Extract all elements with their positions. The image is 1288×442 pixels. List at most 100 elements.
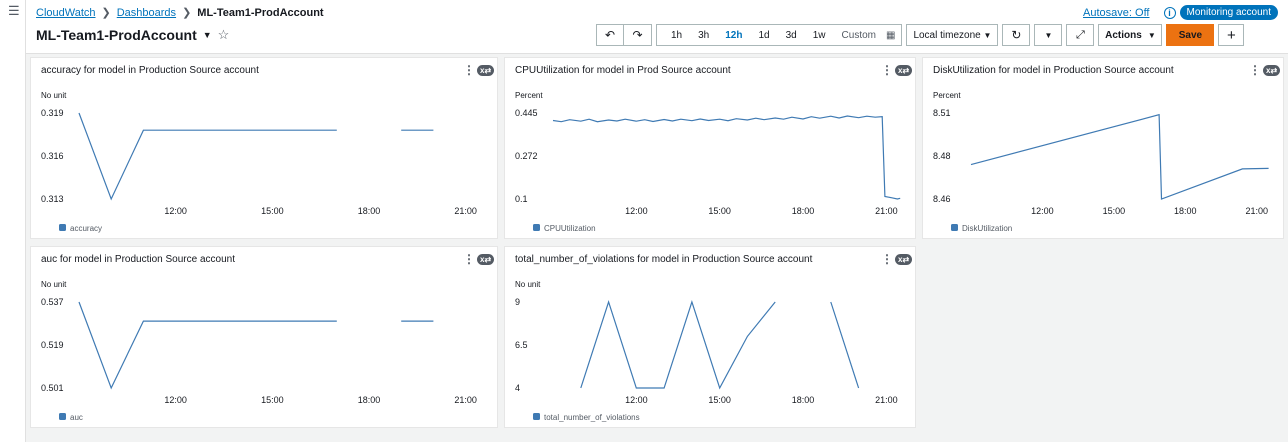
widget-accuracy: accuracy for model in Production Source … <box>30 57 498 239</box>
x-tick-label: 21:00 <box>875 206 898 216</box>
range-1d[interactable]: 1d <box>750 30 777 41</box>
actions-button[interactable]: Actions ▼ <box>1098 24 1163 46</box>
x-tick-label: 18:00 <box>1174 206 1197 216</box>
range-3d[interactable]: 3d <box>778 30 805 41</box>
y-tick-label: 0.501 <box>41 383 64 393</box>
legend-swatch <box>59 413 66 420</box>
range-1w[interactable]: 1w <box>805 30 834 41</box>
series-line <box>830 301 860 389</box>
autosave-toggle[interactable]: Autosave: Off <box>1083 7 1149 19</box>
undo-button[interactable]: ↶ <box>596 24 624 46</box>
chevron-right-icon: ❯ <box>101 7 111 19</box>
range-3h[interactable]: 3h <box>690 30 717 41</box>
x-tick-label: 18:00 <box>358 395 381 405</box>
legend-label: CPUUtilization <box>544 224 596 233</box>
series-line <box>78 112 337 201</box>
range-1h[interactable]: 1h <box>663 30 690 41</box>
legend-label: accuracy <box>70 224 102 233</box>
y-tick-label: 0.1 <box>515 194 528 204</box>
dashboard-title: ML-Team1-ProdAccount <box>36 27 197 43</box>
monitoring-account-badge[interactable]: Monitoring account <box>1179 5 1278 20</box>
y-axis-unit: No unit <box>41 91 67 100</box>
chart-cpu: Percent 0.445 0.272 0.1 12:00 15:00 18:00 21:00… <box>515 91 901 233</box>
y-tick-label: 0.316 <box>41 151 64 161</box>
y-axis-unit: Percent <box>515 91 543 100</box>
redo-button[interactable]: ↷ <box>624 24 652 46</box>
save-button[interactable]: Save <box>1166 24 1215 46</box>
calendar-icon[interactable]: ▦ <box>886 30 895 41</box>
y-tick-label: 8.46 <box>933 194 951 204</box>
widget-disk: DiskUtilization for model in Production … <box>922 57 1284 239</box>
legend-label: auc <box>70 413 83 422</box>
x-tick-label: 15:00 <box>1103 206 1126 216</box>
widget-violations: total_number_of_violations for model in … <box>504 246 916 428</box>
legend-swatch <box>533 224 540 231</box>
legend-swatch <box>533 413 540 420</box>
series-line <box>580 300 776 390</box>
y-axis-unit: Percent <box>933 91 961 100</box>
breadcrumb-cloudwatch[interactable]: CloudWatch <box>36 7 96 19</box>
range-12h[interactable]: 12h <box>717 30 750 41</box>
x-tick-label: 12:00 <box>164 206 187 216</box>
info-icon[interactable]: i <box>1163 6 1176 19</box>
x-tick-label: 18:00 <box>358 206 381 216</box>
series-line <box>78 301 337 390</box>
menu-icon[interactable]: ☰ <box>8 4 20 17</box>
y-tick-label: 0.445 <box>515 108 538 118</box>
x-tick-label: 12:00 <box>1031 206 1054 216</box>
legend-swatch <box>59 224 66 231</box>
chart-disk: Percent 8.51 8.48 8.46 12:00 15:00 18:00 21:00 D… <box>933 91 1269 233</box>
y-axis-unit: No unit <box>41 280 67 289</box>
legend-swatch <box>951 224 958 231</box>
caret-down-icon: ▼ <box>1147 30 1156 40</box>
star-icon[interactable]: ☆ <box>218 27 230 43</box>
y-tick-label: 8.48 <box>933 151 951 161</box>
widget-cpu: CPUUtilization for model in Prod Source … <box>504 57 916 239</box>
chart-violations: No unit 9 6.5 4 12:00 15:00 18:00 21:00 total_nu… <box>515 280 898 422</box>
series-line <box>970 113 1269 200</box>
x-tick-label: 15:00 <box>708 395 731 405</box>
x-tick-label: 15:00 <box>708 206 731 216</box>
x-tick-label: 15:00 <box>261 395 284 405</box>
x-tick-label: 12:00 <box>625 206 648 216</box>
top-bar: CloudWatch ❯ Dashboards ❯ ML-Team1-ProdA… <box>26 0 1288 54</box>
refresh-options-dropdown[interactable]: ▼ <box>1034 24 1063 46</box>
y-tick-label: 0.537 <box>41 297 64 307</box>
left-rail: ☰ <box>0 0 26 442</box>
series-line <box>552 115 901 200</box>
fullscreen-icon[interactable]: ⤢ <box>1066 24 1095 46</box>
y-tick-label: 4 <box>515 383 520 393</box>
undo-redo-group: ↶ ↷ <box>596 24 652 46</box>
monitoring-account: i Monitoring account <box>1163 5 1278 20</box>
y-tick-label: 0.272 <box>515 151 538 161</box>
y-tick-label: 0.319 <box>41 108 64 118</box>
chevron-right-icon: ❯ <box>182 7 192 19</box>
timezone-select[interactable]: Local timezone ▼ <box>906 24 999 46</box>
caret-down-icon: ▼ <box>983 30 992 40</box>
x-tick-label: 21:00 <box>454 395 477 405</box>
x-tick-label: 12:00 <box>164 395 187 405</box>
actions-label: Actions <box>1105 29 1142 41</box>
y-tick-label: 8.51 <box>933 108 951 118</box>
add-widget-button[interactable]: + <box>1218 24 1245 46</box>
x-tick-label: 12:00 <box>625 395 648 405</box>
y-tick-label: 0.313 <box>41 194 64 204</box>
caret-down-icon[interactable]: ▼ <box>203 30 212 40</box>
page-title: ML-Team1-ProdAccount ▼ ☆ <box>36 27 229 43</box>
breadcrumb: CloudWatch ❯ Dashboards ❯ ML-Team1-ProdA… <box>36 6 324 20</box>
range-custom[interactable]: Custom <box>834 30 884 41</box>
y-axis-unit: No unit <box>515 280 541 289</box>
y-tick-label: 9 <box>515 297 520 307</box>
x-tick-label: 21:00 <box>1245 206 1268 216</box>
toolbar: ↶ ↷ 1h 3h 12h 1d 3d 1w Custom ▦ Local ti… <box>596 24 1245 46</box>
legend-label: total_number_of_violations <box>544 413 640 422</box>
top-right: Autosave: Off i Monitoring account <box>1083 5 1278 20</box>
widget-auc: auc for model in Production Source accou… <box>30 246 498 428</box>
breadcrumb-dashboards[interactable]: Dashboards <box>117 7 176 19</box>
x-tick-label: 18:00 <box>792 395 815 405</box>
legend-label: DiskUtilization <box>962 224 1012 233</box>
x-tick-label: 18:00 <box>792 206 815 216</box>
chart-accuracy: No unit 0.319 0.316 0.313 12:00 15:00 18:00 21:… <box>41 91 477 233</box>
breadcrumb-current: ML-Team1-ProdAccount <box>197 6 324 19</box>
refresh-icon[interactable]: ↻ <box>1002 24 1031 46</box>
